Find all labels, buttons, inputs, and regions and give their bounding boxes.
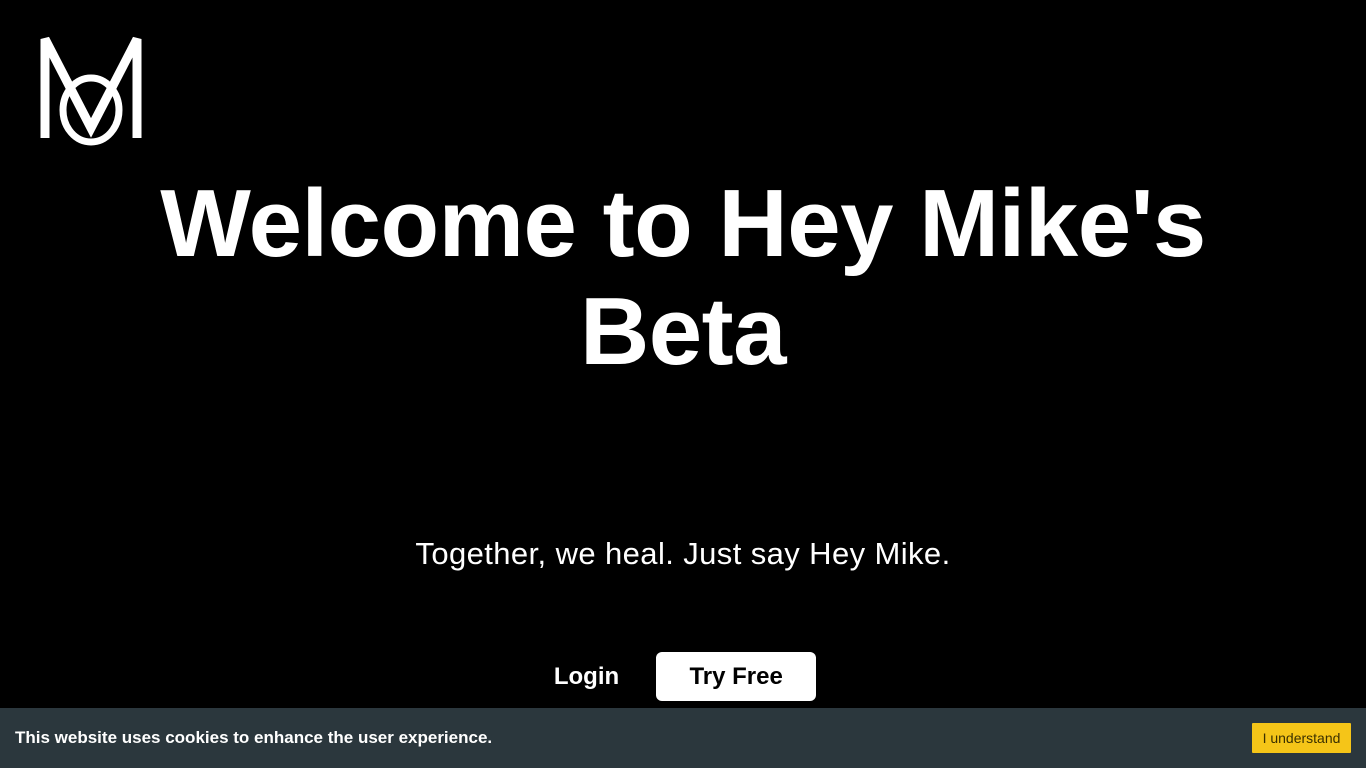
- try-free-button[interactable]: Try Free: [656, 652, 817, 701]
- cookie-accept-button[interactable]: I understand: [1252, 723, 1351, 753]
- hero-actions: Login Try Free: [0, 652, 1366, 701]
- hero-title: Welcome to Hey Mike's Beta: [0, 170, 1366, 386]
- cookie-message: This website uses cookies to enhance the…: [15, 728, 493, 747]
- hero-title-line-1: Welcome to Hey Mike's: [160, 170, 1206, 277]
- hero-tagline: Together, we heal. Just say Hey Mike.: [415, 536, 951, 571]
- login-link[interactable]: Login: [550, 663, 623, 691]
- landing-page: Welcome to Hey Mike's Beta Together, we …: [0, 0, 1366, 768]
- mo-monogram-logo-icon[interactable]: [40, 36, 142, 146]
- cookie-banner: This website uses cookies to enhance the…: [0, 708, 1366, 768]
- hero-title-line-2: Beta: [579, 278, 787, 385]
